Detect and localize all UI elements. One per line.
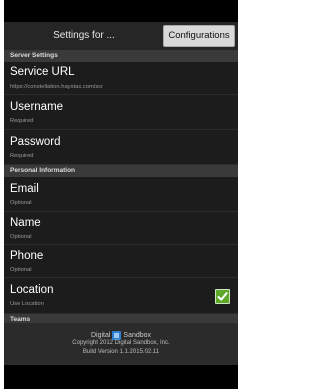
company-logo: Digital Sandbox xyxy=(4,327,238,341)
section-header-server-settings: Server Settings xyxy=(4,50,238,62)
setting-row-username[interactable]: Username Required xyxy=(4,95,238,130)
status-bar xyxy=(4,0,238,20)
setting-subtitle: Optional xyxy=(10,200,32,206)
setting-subtitle: https://constellation.haystax.com/scr xyxy=(10,84,104,90)
setting-row-service-url[interactable]: Service URL https://constellation.haysta… xyxy=(4,62,238,95)
phone-screen: Settings for ... Configurations Server S… xyxy=(4,0,238,389)
setting-title: Username xyxy=(10,101,64,113)
setting-title: Email xyxy=(10,183,39,195)
setting-title: Name xyxy=(10,217,41,229)
setting-subtitle: Use Location xyxy=(10,301,44,307)
page-title: Settings for ... xyxy=(53,30,115,41)
setting-subtitle: Optional xyxy=(10,234,32,240)
setting-row-name[interactable]: Name Optional xyxy=(4,212,238,245)
setting-row-email[interactable]: Email Optional xyxy=(4,177,238,212)
copyright-text: Copyright 2012 Digital Sandbox, Inc. xyxy=(72,340,170,346)
setting-subtitle: Optional xyxy=(10,267,32,273)
configurations-button[interactable]: Configurations xyxy=(163,25,235,47)
settings-list: Server Settings Service URL https://cons… xyxy=(4,50,238,332)
navigation-bar xyxy=(4,365,238,389)
check-icon xyxy=(217,292,228,301)
app-footer: Digital Sandbox Copyright 2012 Digital Sa… xyxy=(4,323,238,365)
setting-row-phone[interactable]: Phone Optional xyxy=(4,245,238,278)
setting-title: Service URL xyxy=(10,66,75,78)
setting-row-password[interactable]: Password Required xyxy=(4,130,238,165)
setting-subtitle: Required xyxy=(10,118,34,124)
digital-sandbox-logo-icon xyxy=(112,331,122,341)
setting-title: Phone xyxy=(10,250,44,262)
section-header-personal-information: Personal Information xyxy=(4,165,238,177)
build-version-text: Build Version 1.1.2015.02.11 xyxy=(82,349,160,355)
setting-row-location[interactable]: Location Use Location xyxy=(4,278,238,314)
setting-title: Location xyxy=(10,284,54,296)
use-location-checkbox[interactable] xyxy=(215,289,230,304)
setting-title: Password xyxy=(10,136,61,148)
setting-subtitle: Required xyxy=(10,153,34,159)
title-bar: Settings for ... Configurations xyxy=(4,22,238,50)
